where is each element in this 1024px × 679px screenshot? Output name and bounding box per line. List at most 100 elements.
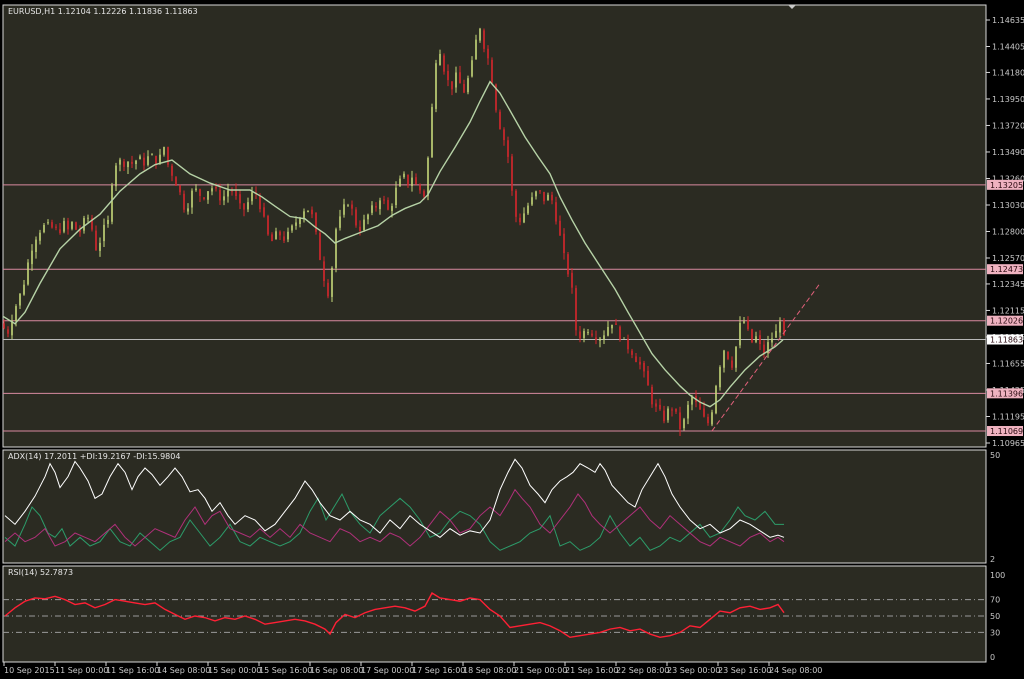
candle-body <box>771 338 773 343</box>
candle-body <box>187 208 189 212</box>
candle-body <box>779 321 781 333</box>
candle-body <box>567 254 569 275</box>
candle-body <box>627 338 629 350</box>
candle-body <box>423 191 425 197</box>
candle-body <box>55 226 57 228</box>
candle-body <box>123 161 125 167</box>
candle-body <box>655 403 657 407</box>
candle-body <box>547 194 549 201</box>
candle-body <box>475 39 477 60</box>
candle-body <box>179 185 181 193</box>
candle-body <box>427 157 429 197</box>
candle-body <box>671 409 673 411</box>
sr-level-label: 1.13205 <box>990 181 1023 190</box>
candle-body <box>415 177 417 185</box>
candle-body <box>375 205 377 208</box>
candle-body <box>147 156 149 165</box>
candle-body <box>95 230 97 251</box>
candle-body <box>615 323 617 325</box>
candle-body <box>543 191 545 202</box>
candle-body <box>191 190 193 208</box>
candle-body <box>251 192 253 202</box>
candle-body <box>107 219 109 224</box>
price-panel[interactable] <box>2 4 987 448</box>
candle-body <box>451 81 453 90</box>
candle-body <box>167 147 169 165</box>
price-tick-label: 1.12115 <box>992 306 1024 315</box>
candle-body <box>687 404 689 419</box>
candle-body <box>223 196 225 201</box>
candle-body <box>591 333 593 336</box>
candle-body <box>287 231 289 240</box>
candle-body <box>51 222 53 228</box>
time-tick-label: 21 Sep 16:00 <box>565 666 618 675</box>
candle-body <box>231 190 233 192</box>
price-tick-label: 1.11195 <box>992 412 1024 421</box>
candle-body <box>519 217 521 223</box>
candle-body <box>523 213 525 223</box>
candle-body <box>335 229 337 268</box>
time-tick-label: 16 Sep 08:00 <box>310 666 363 675</box>
candle-body <box>199 189 201 196</box>
candle-body <box>483 30 485 49</box>
candle-body <box>575 288 577 331</box>
candle-body <box>639 361 641 365</box>
candle-body <box>63 221 65 232</box>
candle-body <box>731 360 733 368</box>
candle-body <box>407 174 409 186</box>
time-tick-label: 18 Sep 08:00 <box>463 666 516 675</box>
candle-body <box>271 234 273 242</box>
candle-body <box>279 231 281 236</box>
candle-body <box>87 217 89 219</box>
candle-body <box>555 202 557 222</box>
candle-body <box>163 147 165 155</box>
candle-body <box>651 386 653 405</box>
candle-body <box>595 337 597 340</box>
candle-body <box>195 188 197 190</box>
candle-body <box>675 408 677 412</box>
candle-body <box>367 214 369 220</box>
candle-body <box>59 229 61 234</box>
candle-body <box>143 157 145 166</box>
time-tick-label: 14 Sep 08:00 <box>157 666 210 675</box>
candle-body <box>347 205 349 207</box>
candle-body <box>391 205 393 212</box>
rsi-tick-label: 0 <box>990 653 995 662</box>
candle-body <box>503 129 505 141</box>
candle-body <box>447 70 449 81</box>
sr-level-label: 1.12026 <box>990 317 1023 326</box>
candle-body <box>171 165 173 176</box>
candle-body <box>67 220 69 230</box>
current-price-label: 1.11863 <box>990 335 1023 344</box>
candle-body <box>203 197 205 200</box>
candle-body <box>135 160 137 165</box>
rsi-panel[interactable] <box>2 565 987 663</box>
candle-body <box>387 200 389 210</box>
candle-body <box>7 329 9 334</box>
candle-body <box>99 242 101 251</box>
sr-level-label: 1.11069 <box>990 427 1023 436</box>
candle-body <box>435 63 437 109</box>
candle-body <box>559 220 561 236</box>
candle-body <box>15 306 17 322</box>
trading-chart[interactable]: 1.14635 1.14405 1.14180 1.13950 1.13720 1.134… <box>0 0 1024 679</box>
candle-body <box>295 222 297 226</box>
candle-body <box>215 186 217 189</box>
candle-body <box>563 233 565 254</box>
candle-body <box>535 191 537 197</box>
candle-body <box>711 412 713 425</box>
candle-body <box>115 165 117 187</box>
candle-body <box>611 324 613 329</box>
candle-body <box>23 284 25 295</box>
rsi-panel-header: RSI(14) 52.7873 <box>8 568 73 577</box>
candle-body <box>355 209 357 226</box>
candle-body <box>631 350 633 355</box>
candle-body <box>743 321 745 323</box>
candle-body <box>283 236 285 241</box>
candle-body <box>527 205 529 214</box>
candle-body <box>571 272 573 288</box>
time-tick-label: 11 Sep 16:00 <box>106 666 159 675</box>
candle-body <box>583 330 585 338</box>
candle-body <box>691 396 693 405</box>
candle-body <box>383 199 385 201</box>
